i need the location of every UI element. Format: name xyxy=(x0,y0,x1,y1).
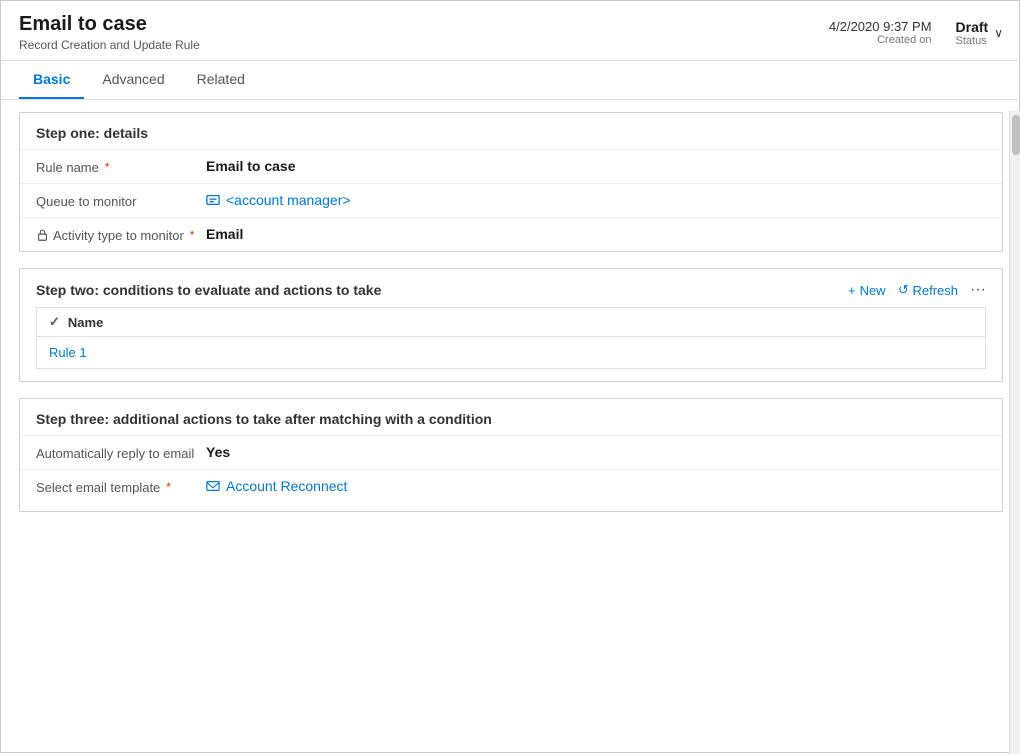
header: Email to case Record Creation and Update… xyxy=(1,1,1020,61)
queue-label: Queue to monitor xyxy=(36,192,206,209)
app-wrapper: Email to case Record Creation and Update… xyxy=(1,1,1020,754)
status-label: Status xyxy=(956,35,989,47)
header-left: Email to case Record Creation and Update… xyxy=(19,13,200,52)
field-row-rule-name: Rule name * Email to case xyxy=(20,149,1002,183)
field-row-auto-reply: Automatically reply to email Yes xyxy=(20,435,1002,469)
table-row[interactable]: Rule 1 xyxy=(37,337,985,368)
step-three-section: Step three: additional actions to take a… xyxy=(19,398,1003,512)
step-three-title: Step three: additional actions to take a… xyxy=(20,399,1002,435)
status-area[interactable]: Draft Status ∨ xyxy=(956,19,1003,47)
auto-reply-value: Yes xyxy=(206,444,986,460)
table-header: ✓ Name xyxy=(37,308,985,337)
required-star-template: * xyxy=(166,480,171,494)
created-date: 4/2/2020 9:37 PM xyxy=(829,19,932,34)
header-meta-date: 4/2/2020 9:37 PM Created on xyxy=(829,19,932,46)
lock-icon xyxy=(36,228,49,242)
refresh-icon: ↻ xyxy=(898,282,909,298)
page-subtitle: Record Creation and Update Rule xyxy=(19,38,200,52)
check-icon: ✓ xyxy=(49,314,60,330)
field-row-queue: Queue to monitor <account manager> xyxy=(20,183,1002,217)
main-content: Step one: details Rule name * Email to c… xyxy=(1,100,1020,743)
auto-reply-label: Automatically reply to email xyxy=(36,444,206,461)
status-value: Draft xyxy=(956,19,989,35)
email-template-label: Select email template * xyxy=(36,478,206,495)
activity-value: Email xyxy=(206,226,986,242)
step-two-actions: + New ↻ Refresh ··· xyxy=(848,281,986,299)
new-button[interactable]: + New xyxy=(848,283,886,298)
step-one-section: Step one: details Rule name * Email to c… xyxy=(19,112,1003,252)
queue-value[interactable]: <account manager> xyxy=(206,192,986,208)
rule-name-value: Email to case xyxy=(206,158,986,174)
step-one-title: Step one: details xyxy=(20,113,1002,149)
tabs-bar: Basic Advanced Related xyxy=(1,61,1020,100)
scrollbar[interactable] xyxy=(1009,111,1020,754)
required-star-activity: * xyxy=(190,228,195,242)
email-template-value[interactable]: Account Reconnect xyxy=(206,478,986,494)
step-two-section: Step two: conditions to evaluate and act… xyxy=(19,268,1003,382)
required-star: * xyxy=(105,160,110,174)
created-label: Created on xyxy=(829,34,932,46)
tab-related[interactable]: Related xyxy=(183,61,259,99)
rules-table: ✓ Name Rule 1 xyxy=(36,307,986,369)
refresh-button[interactable]: ↻ Refresh xyxy=(898,282,958,298)
field-row-email-template: Select email template * Account Reconnec… xyxy=(20,469,1002,503)
field-row-activity: Activity type to monitor * Email xyxy=(20,217,1002,251)
queue-icon xyxy=(206,193,220,207)
scrollbar-thumb[interactable] xyxy=(1012,115,1020,155)
more-options-button[interactable]: ··· xyxy=(970,281,986,299)
email-template-icon xyxy=(206,479,220,493)
step-two-title: Step two: conditions to evaluate and act… xyxy=(36,282,381,298)
header-right: 4/2/2020 9:37 PM Created on Draft Status… xyxy=(829,19,1003,47)
tab-basic[interactable]: Basic xyxy=(19,61,84,99)
chevron-down-icon[interactable]: ∨ xyxy=(994,26,1003,40)
tab-advanced[interactable]: Advanced xyxy=(88,61,178,99)
rule-name-label: Rule name * xyxy=(36,158,206,175)
step-two-header: Step two: conditions to evaluate and act… xyxy=(20,269,1002,307)
activity-label: Activity type to monitor * xyxy=(36,226,206,243)
rule-name: Rule 1 xyxy=(49,345,87,360)
plus-icon: + xyxy=(848,283,856,298)
column-header-name: Name xyxy=(68,315,103,330)
page-title: Email to case xyxy=(19,13,200,36)
